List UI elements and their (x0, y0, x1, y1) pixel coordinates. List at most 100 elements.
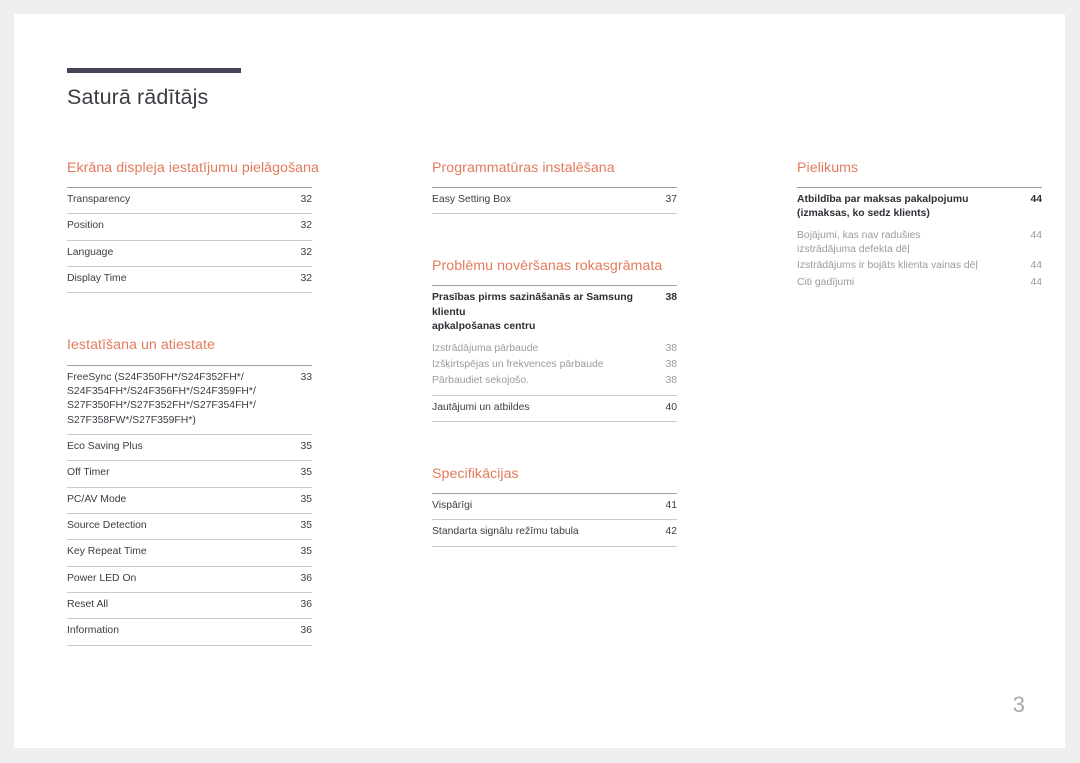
toc-entry[interactable]: Key Repeat Time 35 (67, 540, 312, 567)
toc-entry-page-number: 44 (1030, 260, 1042, 272)
toc-entry-page-number: 44 (1030, 229, 1042, 241)
section-heading[interactable]: Problēmu novēršanas rokasgrāmata (432, 258, 677, 275)
toc-entry[interactable]: Language 32 (67, 241, 312, 268)
toc-entry-list: Transparency 32 Position 32 Language 32 Displa… (67, 188, 312, 294)
document-page: Saturā rādītājs Ekrāna displeja iestatīj… (14, 14, 1065, 748)
toc-entry-label: Izstrādājuma pārbaude (432, 342, 539, 354)
page-title: Saturā rādītājs (67, 85, 209, 109)
toc-entry[interactable]: Position 32 (67, 214, 312, 241)
toc-entry-label: Pārbaudiet sekojošo. (432, 375, 530, 387)
toc-entry[interactable]: Transparency 32 (67, 188, 312, 215)
toc-column: Programmatūras instalēšana Easy Setting B… (432, 160, 677, 646)
section-heading[interactable]: Ekrāna displeja iestatījumu pielāgošana (67, 160, 319, 177)
toc-columns: Ekrāna displeja iestatījumu pielāgošana T… (67, 160, 1042, 646)
toc-entry[interactable]: Izstrādājums ir bojāts klienta vainas dē… (797, 258, 1042, 274)
toc-entry-page-number: 35 (300, 440, 312, 452)
toc-entry-page-number: 38 (665, 292, 677, 304)
toc-entry-label: Information (67, 625, 119, 637)
toc-entry-label: Atbildība par maksas pakalpojumu (izmaks… (797, 194, 969, 220)
toc-entry[interactable]: Izšķirtspējas un frekvences pārbaude 38 (432, 357, 677, 373)
toc-entry-page-number: 37 (665, 194, 677, 206)
toc-entry[interactable]: Standarta signālu režīmu tabula 42 (432, 520, 677, 547)
toc-entry-label: Power LED On (67, 572, 137, 584)
toc-entry[interactable]: FreeSync (S24F350FH*/S24F352FH*/ S24F354… (67, 366, 312, 435)
toc-entry-label: Off Timer (67, 467, 110, 479)
toc-column: Pielikums Atbildība par maksas pakalpojum… (797, 160, 1042, 646)
toc-entry-page-number: 40 (665, 401, 677, 413)
section-heading[interactable]: Specifikācijas (432, 466, 677, 483)
toc-entry-label: Position (67, 220, 104, 232)
toc-entry-label: Transparency (67, 194, 131, 206)
toc-entry-page-number: 38 (665, 375, 677, 387)
toc-entry-page-number: 32 (300, 246, 312, 258)
toc-section: Programmatūras instalēšana Easy Setting B… (432, 160, 677, 215)
toc-entry[interactable]: Atbildība par maksas pakalpojumu (izmaks… (797, 188, 1042, 228)
section-heading[interactable]: Iestatīšana un atiestate (67, 337, 312, 354)
document-header: Saturā rādītājs (67, 68, 241, 109)
toc-entry[interactable]: Power LED On 36 (67, 567, 312, 594)
toc-entry-label: Citi gadījumi (797, 276, 855, 288)
toc-section: Specifikācijas Vispārīgi 41 Standarta signā… (432, 466, 677, 547)
toc-entry[interactable]: Izstrādājuma pārbaude 38 (432, 341, 677, 357)
toc-entry[interactable]: Off Timer 35 (67, 461, 312, 488)
toc-entry-page-number: 32 (300, 273, 312, 285)
toc-entry[interactable]: PC/AV Mode 35 (67, 488, 312, 515)
toc-entry-page-number: 36 (300, 625, 312, 637)
toc-entry-page-number: 33 (300, 371, 312, 383)
toc-entry-page-number: 35 (300, 467, 312, 479)
toc-entry-label: PC/AV Mode (67, 493, 127, 505)
toc-entry[interactable]: Easy Setting Box 37 (432, 188, 677, 215)
section-heading[interactable]: Programmatūras instalēšana (432, 160, 677, 177)
toc-section: Ekrāna displeja iestatījumu pielāgošana T… (67, 160, 319, 294)
toc-entry-label: Eco Saving Plus (67, 440, 143, 452)
toc-entry-page-number: 32 (300, 220, 312, 232)
toc-entry-label: Izšķirtspējas un frekvences pārbaude (432, 358, 604, 370)
toc-entry-label: Language (67, 246, 114, 258)
page-number: 3 (1012, 692, 1025, 717)
toc-entry-label: Easy Setting Box (432, 194, 512, 206)
toc-entry[interactable]: Eco Saving Plus 35 (67, 435, 312, 462)
toc-entry[interactable]: Reset All 36 (67, 593, 312, 620)
toc-entry-label: Prasības pirms sazināšanās ar Samsung kl… (432, 292, 633, 333)
toc-entry[interactable]: Citi gadījumi 44 (797, 275, 1042, 291)
toc-entry-label: Display Time (67, 273, 127, 285)
toc-entry-label: Jautājumi un atbildes (432, 401, 530, 413)
toc-entry-list: FreeSync (S24F350FH*/S24F352FH*/ S24F354… (67, 366, 312, 646)
toc-entry[interactable]: Bojājumi, kas nav radušies izstrādājuma … (797, 228, 1042, 259)
toc-entry-label: Reset All (67, 599, 109, 611)
toc-entry-label: Izstrādājums ir bojāts klienta vainas dē… (797, 260, 978, 272)
toc-entry-list: Vispārīgi 41 Standarta signālu režīmu tabu… (432, 494, 677, 547)
toc-column: Ekrāna displeja iestatījumu pielāgošana T… (67, 160, 319, 646)
toc-entry-label: Source Detection (67, 520, 147, 532)
title-accent-rule (67, 68, 241, 73)
toc-entry[interactable]: Prasības pirms sazināšanās ar Samsung kl… (432, 286, 677, 340)
toc-entry-list: Atbildība par maksas pakalpojumu (izmaks… (797, 188, 1042, 291)
toc-entry-page-number: 38 (665, 358, 677, 370)
toc-entry-list: Easy Setting Box 37 (432, 188, 677, 215)
toc-entry-label: Vispārīgi (432, 499, 473, 511)
toc-entry-page-number: 38 (665, 342, 677, 354)
toc-entry-page-number: 44 (1030, 276, 1042, 288)
toc-entry-label: Key Repeat Time (67, 546, 147, 558)
toc-entry[interactable]: Information 36 (67, 619, 312, 646)
toc-entry-page-number: 36 (300, 572, 312, 584)
toc-entry-list: Prasības pirms sazināšanās ar Samsung kl… (432, 286, 677, 422)
toc-entry-page-number: 32 (300, 194, 312, 206)
toc-entry[interactable]: Display Time 32 (67, 267, 312, 294)
toc-entry[interactable]: Jautājumi un atbildes 40 (432, 396, 677, 422)
toc-entry-label: Bojājumi, kas nav radušies izstrādājuma … (797, 229, 921, 256)
section-heading[interactable]: Pielikums (797, 160, 1042, 177)
toc-entry[interactable]: Source Detection 35 (67, 514, 312, 541)
toc-entry-label: Standarta signālu režīmu tabula (432, 526, 579, 538)
toc-section: Problēmu novēršanas rokasgrāmata Prasības… (432, 258, 677, 422)
toc-entry-page-number: 36 (300, 599, 312, 611)
toc-entry[interactable]: Pārbaudiet sekojošo. 38 (432, 373, 677, 396)
toc-entry-page-number: 41 (665, 499, 677, 511)
toc-entry-page-number: 35 (300, 493, 312, 505)
toc-entry-page-number: 35 (300, 546, 312, 558)
toc-entry[interactable]: Vispārīgi 41 (432, 494, 677, 521)
toc-entry-page-number: 35 (300, 520, 312, 532)
